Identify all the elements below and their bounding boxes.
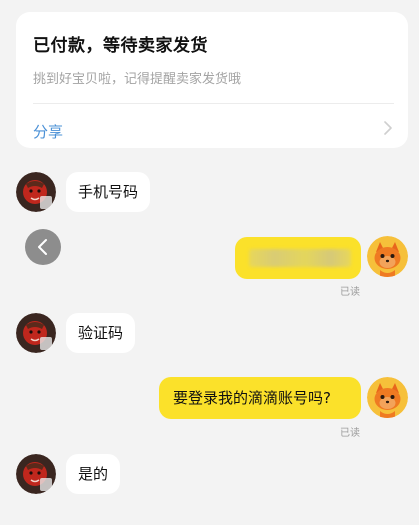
read-receipt: 已读 xyxy=(340,287,360,298)
red-character-avatar-icon xyxy=(16,454,56,494)
chevron-right-icon xyxy=(384,121,392,135)
contact-avatar[interactable] xyxy=(16,172,56,212)
chat-page: 已付款，等待卖家发货 挑到好宝贝啦，记得提醒卖家发货哦 分享 手机号码 已读 验… xyxy=(0,0,419,525)
back-button[interactable] xyxy=(25,229,61,265)
chevron-left-icon xyxy=(38,239,47,255)
message-text: 验证码 xyxy=(78,324,124,342)
read-receipt: 已读 xyxy=(340,428,360,439)
own-avatar[interactable] xyxy=(367,236,408,277)
own-message-bubble[interactable]: 要登录我的滴滴账号吗? xyxy=(159,377,361,419)
own-avatar[interactable] xyxy=(367,377,408,418)
red-character-avatar-icon xyxy=(16,313,56,353)
red-character-avatar-icon xyxy=(16,172,56,212)
contact-avatar[interactable] xyxy=(16,454,56,494)
share-row[interactable]: 分享 xyxy=(16,104,408,148)
redacted-phone-number xyxy=(249,249,351,267)
order-status-card: 已付款，等待卖家发货 挑到好宝贝啦，记得提醒卖家发货哦 分享 xyxy=(16,12,408,148)
orange-fox-avatar-icon xyxy=(367,236,408,277)
message-text: 手机号码 xyxy=(78,183,139,201)
message-bubble[interactable]: 手机号码 xyxy=(66,172,151,212)
share-link[interactable]: 分享 xyxy=(33,121,63,142)
orange-fox-avatar-icon xyxy=(367,377,408,418)
order-status-subtitle: 挑到好宝贝啦，记得提醒卖家发货哦 xyxy=(33,72,242,87)
message-text: 是的 xyxy=(78,465,109,483)
message-bubble[interactable]: 是的 xyxy=(66,454,121,494)
message-text: 要登录我的滴滴账号吗? xyxy=(173,389,331,407)
own-message-bubble[interactable] xyxy=(235,237,361,279)
message-bubble[interactable]: 验证码 xyxy=(66,313,136,353)
order-status-title: 已付款，等待卖家发货 xyxy=(33,36,208,56)
contact-avatar[interactable] xyxy=(16,313,56,353)
